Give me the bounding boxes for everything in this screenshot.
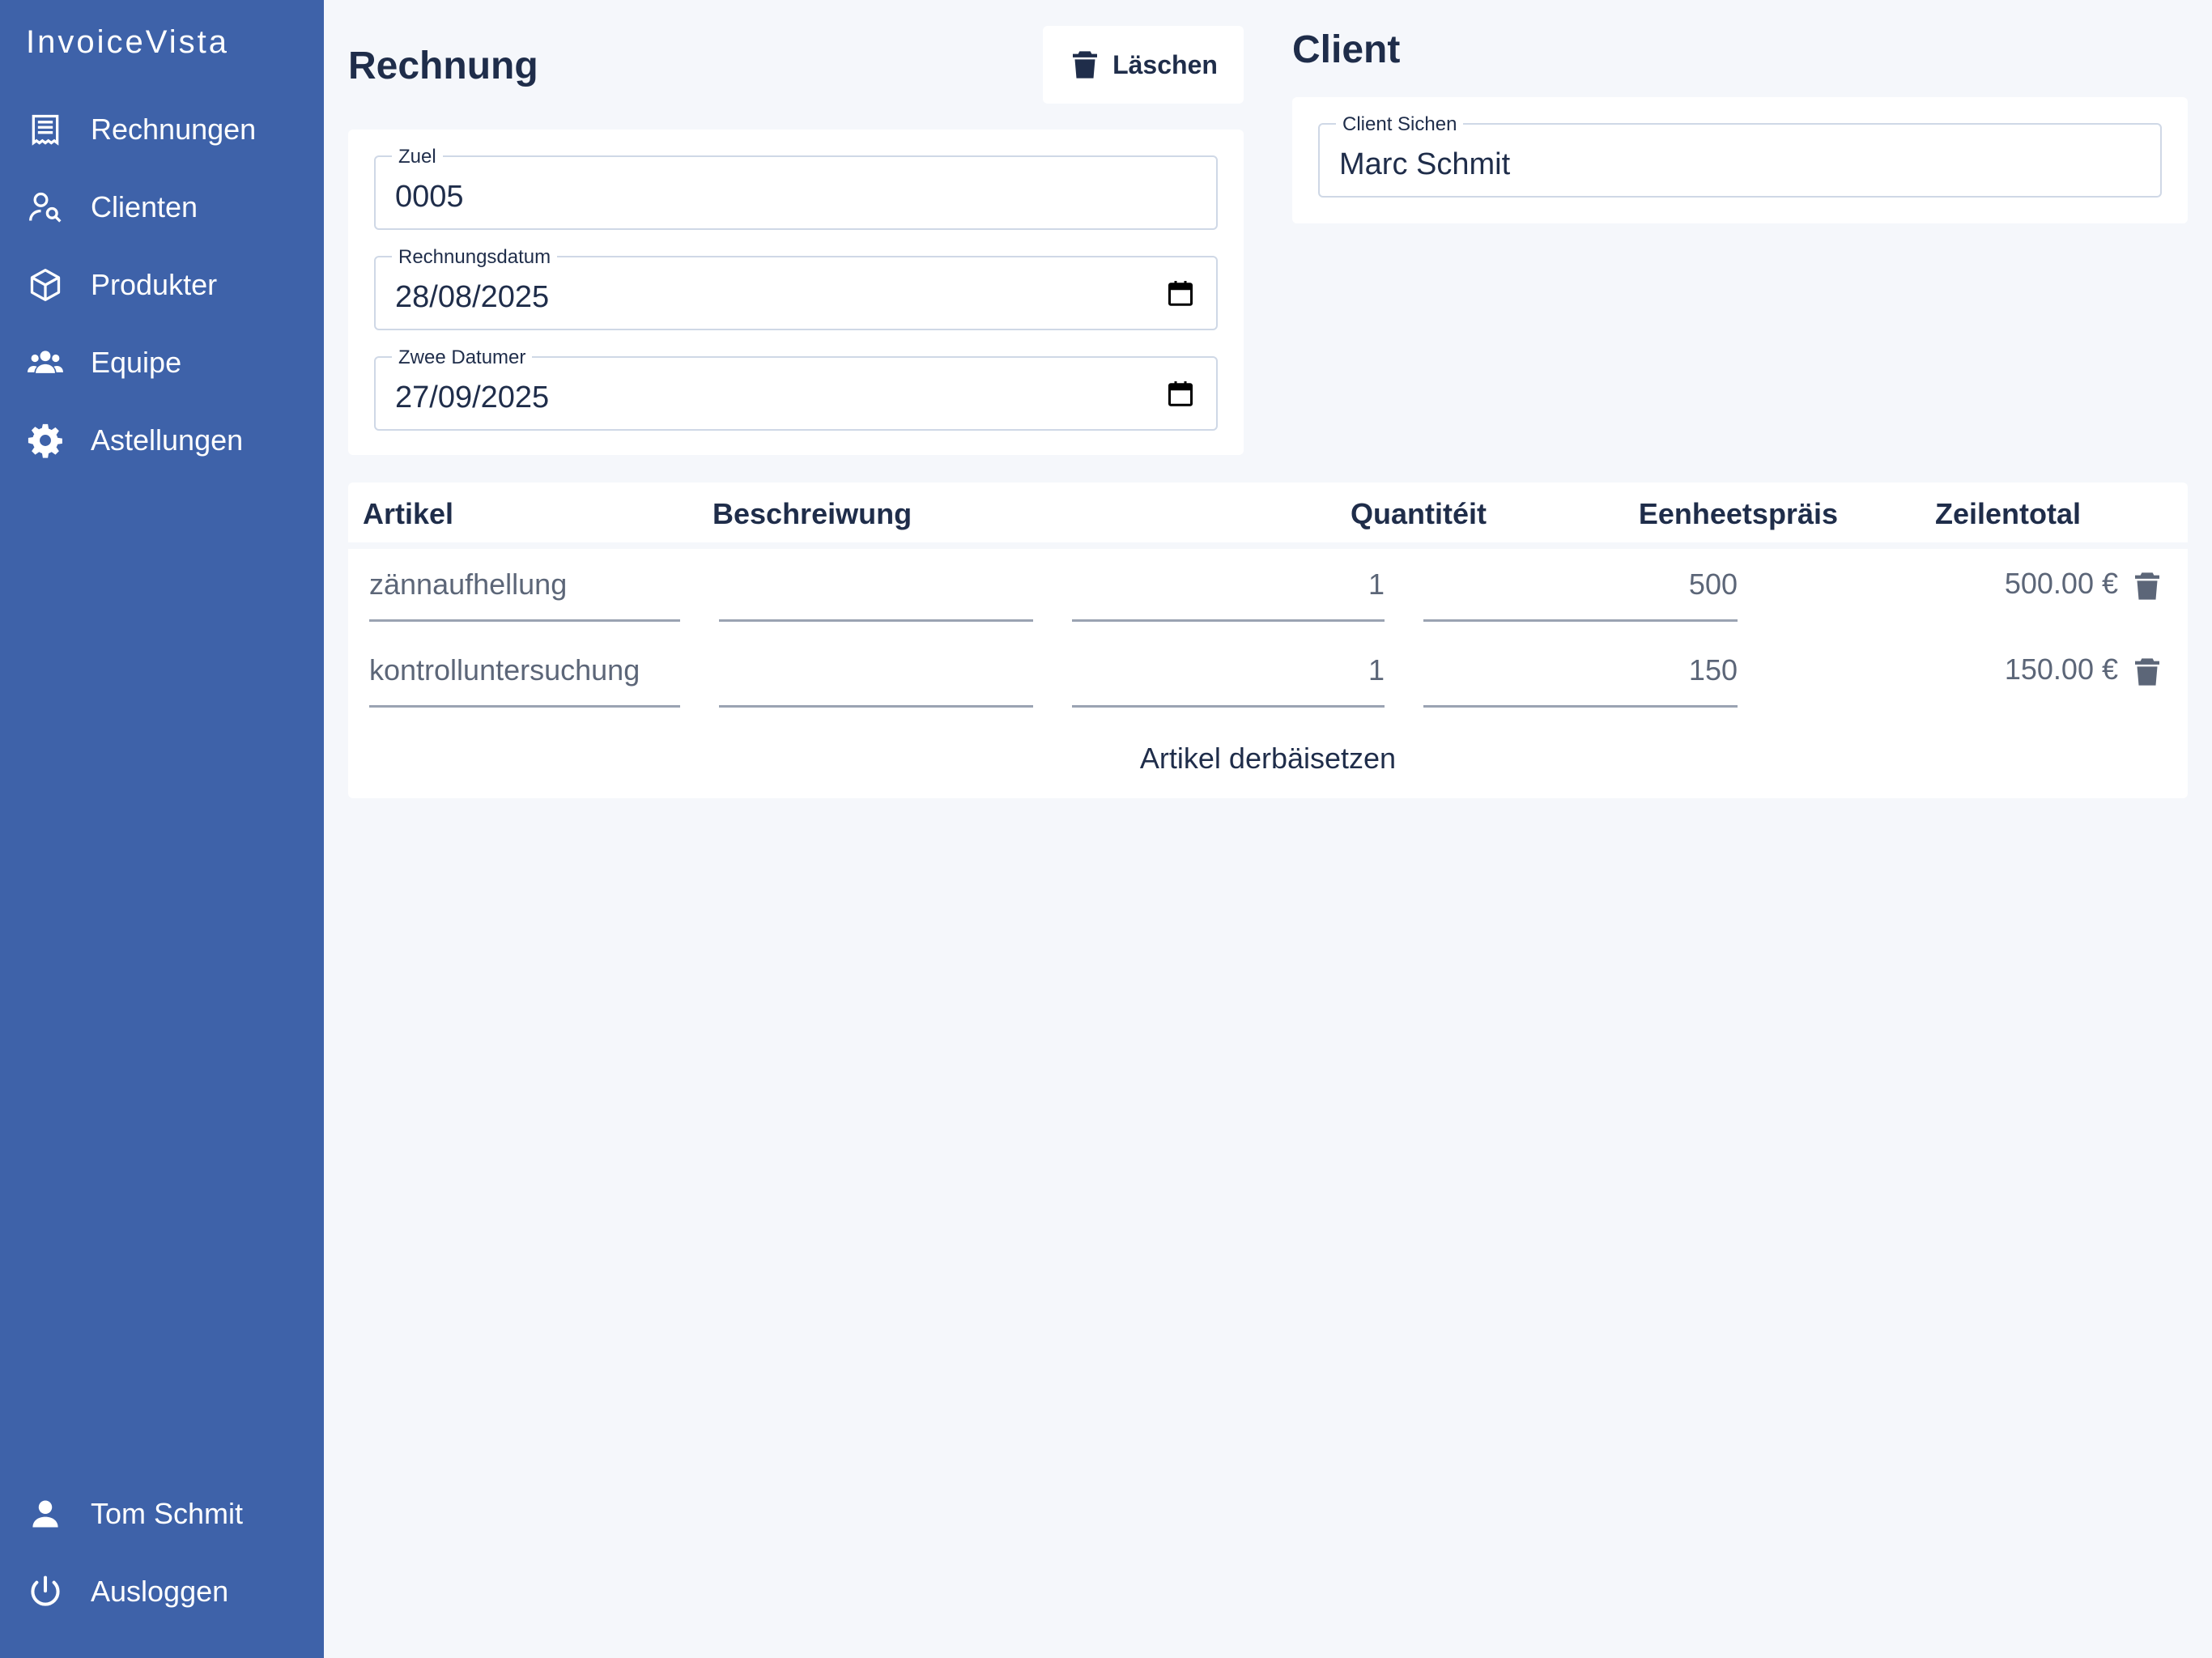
unit-price-input[interactable]: 150 (1423, 635, 1738, 708)
sidebar-item-produkter[interactable]: Produkter (0, 253, 324, 317)
quantity-input[interactable]: 1 (1072, 549, 1385, 622)
column-header-quantity: Quantitéit (1351, 497, 1487, 530)
trash-icon[interactable] (2131, 654, 2163, 690)
brand-logo[interactable]: InvoiceVista (26, 24, 229, 61)
sidebar-item-logout[interactable]: Ausloggen (0, 1559, 324, 1624)
sidebar-item-label: Equipe (91, 346, 182, 379)
invoice-details-card: Zuel 0005 Rechnungsdatum 28/08/2025 Zwee… (348, 130, 1244, 455)
invoice-number-field[interactable]: Zuel 0005 (374, 146, 1218, 230)
sidebar-item-clienten[interactable]: Clienten (0, 175, 324, 240)
due-date-field[interactable]: Zwee Datumer 27/09/2025 (374, 346, 1218, 431)
line-total: 150.00 € (2004, 653, 2118, 686)
delete-button-label: Läschen (1112, 49, 1218, 79)
article-input[interactable]: zännaufhellung (369, 549, 680, 622)
trash-icon[interactable] (2131, 568, 2163, 604)
field-value: Marc Schmit (1339, 147, 1511, 181)
quantity-input[interactable]: 1 (1072, 635, 1385, 708)
field-value: 0005 (395, 180, 464, 214)
sidebar-item-user[interactable]: Tom Schmit (0, 1482, 324, 1546)
description-input[interactable] (719, 635, 1033, 708)
cube-icon (26, 266, 65, 304)
person-icon (26, 1494, 65, 1533)
client-card: Client Sichen Marc Schmit (1292, 97, 2188, 223)
column-header-line-total: Zeilentotal (1935, 497, 2082, 530)
calendar-icon[interactable] (1166, 379, 1195, 408)
line-total: 500.00 € (2004, 567, 2118, 600)
article-input[interactable]: kontrolluntersuchung (369, 635, 680, 708)
sidebar-item-label: Produkter (91, 268, 218, 301)
column-header-article: Artikel (363, 497, 454, 530)
delete-invoice-button[interactable]: Läschen (1043, 26, 1244, 104)
sidebar-item-label: Ausloggen (91, 1575, 229, 1608)
power-icon (26, 1572, 65, 1611)
page-title: Rechnung (348, 45, 538, 87)
calendar-icon[interactable] (1166, 278, 1195, 308)
sidebar: InvoiceVista Rechnungen Clienten Produkt… (0, 0, 324, 1658)
column-header-description: Beschreiwung (713, 497, 912, 530)
sidebar-item-equipe[interactable]: Equipe (0, 330, 324, 395)
sidebar-item-rechnungen[interactable]: Rechnungen (0, 97, 324, 162)
trash-icon (1073, 51, 1098, 79)
app-root: InvoiceVista Rechnungen Clienten Produkt… (0, 0, 2212, 1658)
sidebar-item-astellungen[interactable]: Astellungen (0, 408, 324, 473)
sidebar-item-label: Astellungen (91, 423, 244, 457)
field-value: 27/09/2025 (395, 380, 550, 414)
sidebar-item-label: Rechnungen (91, 113, 257, 146)
client-search-field[interactable]: Client Sichen Marc Schmit (1318, 113, 2162, 198)
field-value: 28/08/2025 (395, 280, 550, 314)
column-header-unit-price: Eenheetspräis (1638, 497, 1838, 530)
sidebar-item-label: Tom Schmit (91, 1497, 244, 1530)
field-label: Rechnungsdatum (392, 246, 558, 269)
field-label: Zuel (392, 146, 443, 168)
sidebar-item-label: Clienten (91, 190, 198, 223)
gear-icon (26, 421, 65, 460)
team-icon (26, 343, 65, 382)
items-table-header: Artikel Beschreiwung Quantitéit Eenheets… (348, 483, 2188, 542)
description-input[interactable] (719, 549, 1033, 622)
add-item-button[interactable]: Artikel derbäisetzen (348, 742, 2188, 776)
client-title: Client (1292, 28, 1401, 71)
user-search-icon (26, 188, 65, 227)
invoice-date-field[interactable]: Rechnungsdatum 28/08/2025 (374, 246, 1218, 330)
field-label: Client Sichen (1336, 113, 1464, 136)
unit-price-input[interactable]: 500 (1423, 549, 1738, 622)
receipt-icon (26, 110, 65, 149)
field-label: Zwee Datumer (392, 346, 533, 369)
